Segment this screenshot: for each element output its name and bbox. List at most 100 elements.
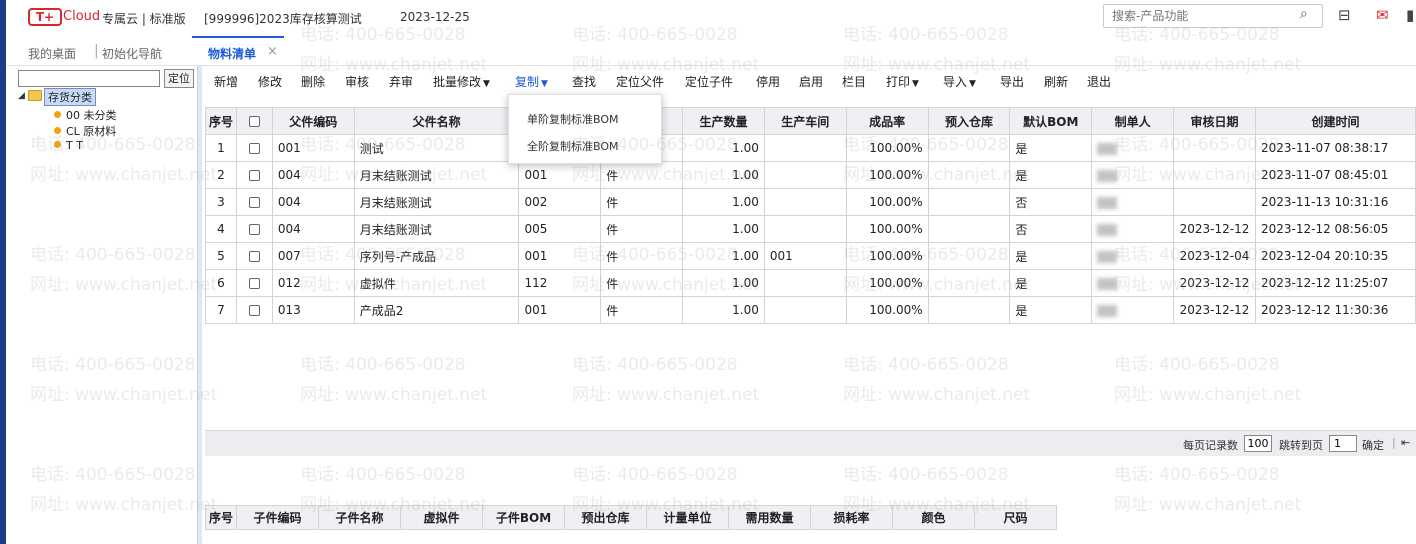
sub-col-loss-rate[interactable]: 损耗率 [810,505,893,530]
new-button[interactable]: 新增 [214,73,238,90]
col-header-approve-date[interactable]: 审核日期 [1173,107,1256,135]
table-row[interactable]: 7 013 产成品2 001 件 1.00 100.00% 是 2023-12-12 2023-1… [205,296,1416,324]
row-checkbox[interactable] [248,197,260,208]
locate-parent-button[interactable]: 定位父件 [616,73,664,90]
find-button[interactable]: 查找 [572,73,596,90]
table-row[interactable]: 4 004 月末结账测试 005 件 1.00 100.00% 否 2023-12-12 2023… [205,215,1416,243]
child-component-table: 序号 子件编码 子件名称 虚拟件 子件BOM 预出仓库 计量单位 需用数量 损耗… [205,505,1057,530]
row-checkbox[interactable] [248,143,260,154]
sub-col-out-warehouse[interactable]: 预出仓库 [564,505,647,530]
col-header-quantity[interactable]: 生产数量 [682,107,765,135]
cell-select[interactable] [235,242,273,270]
sub-col-required-qty[interactable]: 需用数量 [728,505,811,530]
tab-bom-list[interactable]: 物料清单 × [192,36,284,66]
row-checkbox[interactable] [248,278,260,289]
locate-child-button[interactable]: 定位子件 [685,73,733,90]
row-checkbox[interactable] [248,224,260,235]
select-all-checkbox[interactable] [248,116,260,127]
export-button[interactable]: 导出 [1000,73,1024,90]
sub-col-virtual[interactable]: 虚拟件 [400,505,483,530]
sub-col-unit[interactable]: 计量单位 [646,505,729,530]
table-row[interactable]: 2 004 月末结账测试 001 件 1.00 100.00% 是 2023-11-07 08:… [205,161,1416,189]
columns-button[interactable]: 栏目 [842,73,866,90]
disable-button[interactable]: 停用 [756,73,780,90]
sub-col-child-code[interactable]: 子件编码 [236,505,319,530]
table-row[interactable]: 5 007 序列号-产成品 001 件 1.00 001 100.00% 是 2023-12-04… [205,242,1416,270]
col-header-parent-name[interactable]: 父件名称 [353,107,520,135]
tree-root-node[interactable]: 存货分类 [44,88,96,106]
tree-search-input[interactable] [18,70,160,87]
unapprove-button[interactable]: 弃审 [389,73,413,90]
cell-select[interactable] [235,134,273,162]
sub-col-child-name[interactable]: 子件名称 [318,505,401,530]
row-checkbox[interactable] [248,170,260,181]
locate-button[interactable]: 定位 [164,69,194,88]
cell-col-5: 001 [518,242,602,270]
user-icon[interactable]: ▮ [1406,6,1414,24]
table-row[interactable]: 3 004 月末结账测试 002 件 1.00 100.00% 否 2023-11-13 10:… [205,188,1416,216]
cell-quantity: 1.00 [682,161,765,189]
tab-bar: 我的桌面 | 初始化导航 物料清单 × [6,36,1416,66]
page-size-input[interactable] [1244,435,1272,452]
panel-splitter[interactable] [197,66,202,544]
import-button[interactable]: 导入 ▼ [943,73,976,90]
cell-select[interactable] [235,188,273,216]
copy-all-level-bom-item[interactable]: 全阶复制标准BOM [527,138,619,154]
tab-my-desktop[interactable]: 我的桌面 [28,45,76,62]
tree-collapse-icon[interactable]: ◢ [18,91,25,101]
watermark-phone: 电话: 400-665-0028 [843,355,1009,375]
print-button[interactable]: 打印 ▼ [886,73,919,90]
confirm-button[interactable]: 确定 [1362,437,1384,453]
cell-select[interactable] [235,161,273,189]
cell-yield-rate: 100.00% [845,134,929,162]
tree-node[interactable]: CL 原材料 [54,123,116,139]
approve-button[interactable]: 审核 [345,73,369,90]
col-header-parent-code[interactable]: 父件编码 [271,107,355,135]
jump-page-input[interactable] [1329,435,1357,452]
cell-quantity: 1.00 [682,134,765,162]
enable-button[interactable]: 启用 [799,73,823,90]
close-icon[interactable]: × [267,44,278,59]
batch-edit-button[interactable]: 批量修改 ▼ [433,73,490,90]
sub-col-size[interactable]: 尺码 [974,505,1057,530]
tree-node[interactable]: T T [54,139,83,152]
col-header-seq[interactable]: 序号 [205,107,237,135]
exit-button[interactable]: 退出 [1087,73,1111,90]
delete-button[interactable]: 删除 [301,73,325,90]
watermark-phone: 电话: 400-665-0028 [300,355,466,375]
cell-select[interactable] [235,269,273,297]
col-header-yield-rate[interactable]: 成品率 [845,107,929,135]
cell-select[interactable] [235,296,273,324]
tree-node[interactable]: 00 未分类 [54,107,117,123]
edit-button[interactable]: 修改 [258,73,282,90]
cell-workshop: 001 [763,242,847,270]
row-checkbox[interactable] [248,305,260,316]
search-icon[interactable]: ⌕ [1300,6,1308,22]
table-row[interactable]: 1 001 测试 1.00 100.00% 是 2023-11-07 08:38:17 [205,134,1416,162]
sub-col-seq[interactable]: 序号 [205,505,237,530]
copy-single-level-bom-item[interactable]: 单阶复制标准BOM [527,111,619,127]
cell-quantity: 1.00 [682,215,765,243]
batch-edit-label: 批量修改 [433,75,482,89]
copy-button[interactable]: 复制 ▼ [515,73,548,90]
sub-col-color[interactable]: 颜色 [892,505,975,530]
sub-col-child-bom[interactable]: 子件BOM [482,505,565,530]
tab-init-navigation[interactable]: 初始化导航 [102,45,162,62]
table-row[interactable]: 6 012 虚拟件 112 件 1.00 100.00% 是 2023-12-12 2023-12… [205,269,1416,297]
col-header-workshop[interactable]: 生产车间 [763,107,847,135]
row-checkbox[interactable] [248,251,260,262]
col-header-created-time[interactable]: 创建时间 [1254,107,1416,135]
cell-default-bom: 是 [1009,242,1093,270]
cell-select[interactable] [235,215,273,243]
col-header-default-bom[interactable]: 默认BOM [1009,107,1093,135]
col-header-select-all[interactable] [235,107,273,135]
first-page-icon[interactable]: ⇤ [1401,436,1410,449]
function-search-input[interactable] [1103,4,1323,28]
cell-workshop [763,215,847,243]
save-icon[interactable]: ⊟ [1338,6,1351,24]
col-header-creator[interactable]: 制单人 [1091,107,1174,135]
cell-approve-date [1173,134,1256,162]
col-header-warehouse[interactable]: 预入仓库 [927,107,1011,135]
message-icon[interactable]: ✉ [1376,6,1389,24]
refresh-button[interactable]: 刷新 [1044,73,1068,90]
